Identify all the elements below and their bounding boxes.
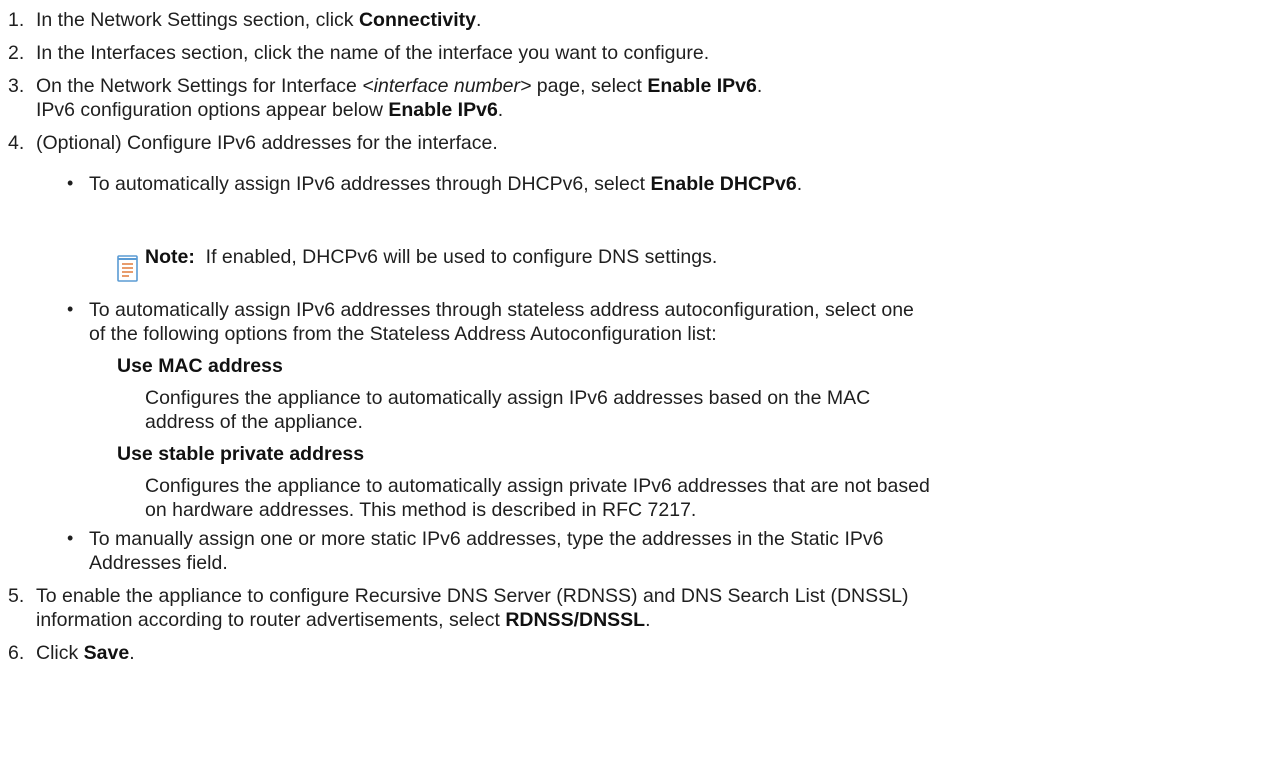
step-number: 2.	[8, 42, 25, 64]
step-number: 3.	[8, 75, 25, 97]
bullet-text-part: .	[796, 173, 803, 195]
bullet-text-part: To automatically assign IPv6 addresses t…	[89, 173, 651, 195]
step-text: In the Interfaces section, click the nam…	[36, 42, 710, 64]
note-label: Note:	[145, 246, 195, 268]
step-text-part: .	[497, 99, 504, 121]
step-text-part: .	[645, 609, 651, 631]
option-use-mac-address: Use MAC address	[117, 355, 283, 377]
step-text-part: page, select	[531, 75, 648, 97]
step-text: (Optional) Configure IPv6 addresses for …	[36, 132, 498, 154]
step-text: Click Save.	[36, 641, 135, 665]
bullet-slaac-line2: of the following options from the Statel…	[89, 323, 717, 345]
step-text-part: .	[756, 75, 763, 97]
bullet-slaac-line1: To automatically assign IPv6 addresses t…	[89, 299, 914, 321]
step-text-part: .	[476, 9, 482, 31]
step-text: To enable the appliance to configure Rec…	[36, 585, 909, 607]
step-text: In the Network Settings section, click C…	[36, 8, 481, 32]
placeholder-interface-number: <interface number>	[362, 75, 532, 97]
ui-term-enable-ipv6: Enable IPv6	[647, 75, 757, 97]
step-text-part: On the Network Settings for Interface	[36, 75, 363, 97]
option-description: address of the appliance.	[145, 411, 363, 433]
ui-term-enable-dhcpv6: Enable DHCPv6	[650, 173, 797, 195]
step-text-part: In the Network Settings section, click	[36, 9, 359, 31]
step-number: 5.	[8, 585, 25, 607]
step-text-part: IPv6 configuration options appear below	[36, 99, 389, 121]
step-number: 6.	[8, 642, 25, 664]
bullet-marker: •	[67, 528, 74, 548]
step-text-part: information according to router advertis…	[36, 609, 506, 631]
step-number: 1.	[8, 9, 25, 31]
bullet-static-line1: To manually assign one or more static IP…	[89, 528, 884, 550]
bullet-marker: •	[67, 299, 74, 319]
step-text-part: Click	[36, 642, 84, 664]
ui-term-enable-ipv6: Enable IPv6	[388, 99, 498, 121]
note-body: If enabled, DHCPv6 will be used to confi…	[205, 246, 718, 268]
option-description: Configures the appliance to automaticall…	[145, 475, 930, 497]
bullet-static-line2: Addresses field.	[89, 552, 228, 574]
procedure-document: 1. In the Network Settings section, clic…	[0, 0, 1271, 781]
ui-term-rdnss-dnssl: RDNSS/DNSSL	[505, 609, 646, 631]
option-description: on hardware addresses. This method is de…	[145, 499, 697, 521]
note-icon	[117, 255, 138, 282]
option-description: Configures the appliance to automaticall…	[145, 387, 871, 409]
step-5-line2: information according to router advertis…	[36, 608, 651, 632]
step-text: On the Network Settings for Interface <i…	[36, 74, 762, 98]
bullet-marker: •	[67, 173, 74, 193]
ui-term-connectivity: Connectivity	[358, 9, 476, 31]
step-number: 4.	[8, 132, 25, 154]
bullet-dhcpv6: To automatically assign IPv6 addresses t…	[89, 172, 802, 196]
note: Note: If enabled, DHCPv6 will be used to…	[145, 245, 717, 269]
option-use-stable-private-address: Use stable private address	[117, 443, 365, 465]
ui-term-save: Save	[83, 642, 130, 664]
step-text-part: .	[129, 642, 135, 664]
step-3-result: IPv6 configuration options appear below …	[36, 98, 503, 122]
